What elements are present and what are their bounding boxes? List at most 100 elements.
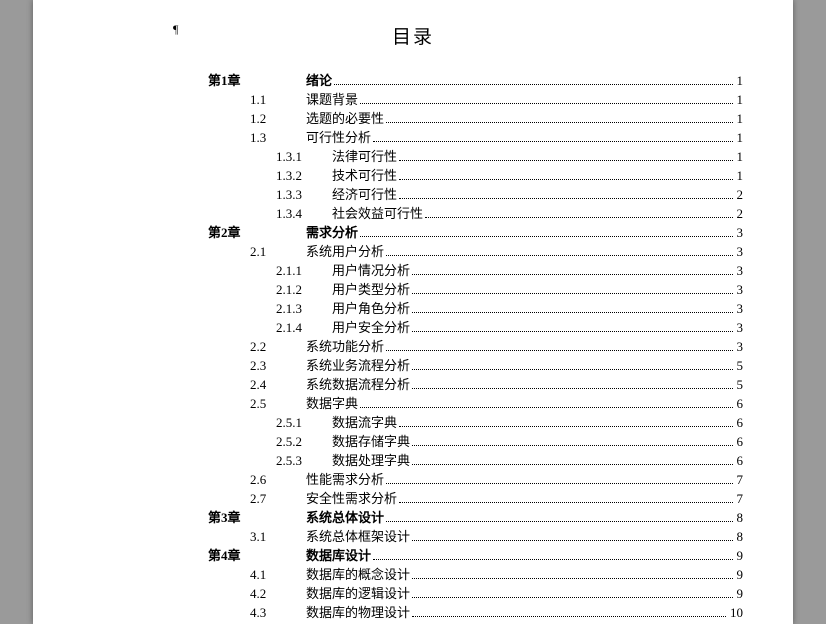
toc-leader-dots: [399, 179, 732, 180]
toc-leader-dots: [425, 217, 732, 218]
toc-entry-number: 1.3.2: [276, 166, 332, 185]
toc-entry-number: 3.1: [250, 527, 306, 546]
toc-entry-number: 1.1: [250, 90, 306, 109]
toc-entry[interactable]: 1.3可行性分析1: [208, 128, 743, 147]
toc-entry-number: 2.7: [250, 489, 306, 508]
toc-entry[interactable]: 1.3.3经济可行性2: [208, 185, 743, 204]
toc-leader-dots: [399, 426, 732, 427]
toc-leader-dots: [373, 559, 732, 560]
toc-entry-page: 3: [735, 261, 744, 280]
toc-entry[interactable]: 2.2系统功能分析3: [208, 337, 743, 356]
toc-entry-number: 4.2: [250, 584, 306, 603]
toc-entry-number: 1.3.1: [276, 147, 332, 166]
toc-entry[interactable]: 1.3.1法律可行性1: [208, 147, 743, 166]
toc-entry-number: 2.1: [250, 242, 306, 261]
toc-entry-number: 第4章: [208, 546, 306, 565]
toc-entry-page: 1: [735, 109, 744, 128]
toc-entry-text: 数据库设计: [306, 546, 371, 565]
toc-leader-dots: [412, 312, 732, 313]
toc-entry-number: 2.3: [250, 356, 306, 375]
toc-entry-text: 法律可行性: [332, 147, 397, 166]
toc-entry[interactable]: 2.5.1数据流字典 6: [208, 413, 743, 432]
toc-entry-number: 第3章: [208, 508, 306, 527]
toc-entry[interactable]: 2.6性能需求分析7: [208, 470, 743, 489]
toc-leader-dots: [412, 464, 732, 465]
toc-entry-text: 系统功能分析: [306, 337, 384, 356]
toc-entry-number: 4.3: [250, 603, 306, 622]
toc-entry[interactable]: 第2章需求分析3: [208, 223, 743, 242]
toc-entry-text: 经济可行性: [332, 185, 397, 204]
toc-entry[interactable]: 2.1.4用户安全分析3: [208, 318, 743, 337]
toc-leader-dots: [412, 388, 732, 389]
toc-entry[interactable]: 3.1系统总体框架设计8: [208, 527, 743, 546]
toc-leader-dots: [412, 616, 726, 617]
toc-leader-dots: [399, 160, 732, 161]
toc-leader-dots: [373, 141, 732, 142]
toc-entry[interactable]: 2.1.1用户情况分析 3: [208, 261, 743, 280]
toc-entry-page: 6: [735, 413, 744, 432]
toc-entry-text: 绪论: [306, 71, 332, 90]
toc-entry-text: 系统用户分析: [306, 242, 384, 261]
toc-entry-number: 2.5.1: [276, 413, 332, 432]
toc-leader-dots: [360, 236, 732, 237]
toc-entry[interactable]: 1.3.2技术可行性 1: [208, 166, 743, 185]
toc-leader-dots: [386, 122, 732, 123]
toc-entry-page: 7: [735, 489, 744, 508]
toc-entry-text: 社会效益可行性: [332, 204, 423, 223]
toc-entry-text: 技术可行性: [332, 166, 397, 185]
toc-entry-page: 1: [735, 166, 744, 185]
toc-leader-dots: [412, 293, 732, 294]
toc-entry[interactable]: 4.3数据库的物理设计10: [208, 603, 743, 622]
toc-entry-number: 2.1.2: [276, 280, 332, 299]
toc-entry[interactable]: 第4章数据库设计9: [208, 546, 743, 565]
toc-entry-page: 8: [735, 527, 744, 546]
toc-entry-number: 2.6: [250, 470, 306, 489]
toc-entry[interactable]: 1.1课题背景1: [208, 90, 743, 109]
toc-entry-page: 9: [735, 565, 744, 584]
toc-entry[interactable]: 2.3系统业务流程分析5: [208, 356, 743, 375]
toc-entry-text: 数据库的概念设计: [306, 565, 410, 584]
toc-entry-text: 性能需求分析: [306, 470, 384, 489]
toc-entry-page: 1: [735, 71, 744, 90]
toc-entry-number: 2.5: [250, 394, 306, 413]
toc-leader-dots: [334, 84, 732, 85]
toc-entry[interactable]: 第3章系统总体设计8: [208, 508, 743, 527]
toc-entry-text: 数据库的物理设计: [306, 603, 410, 622]
toc-entry[interactable]: 2.4系统数据流程分析5: [208, 375, 743, 394]
toc-leader-dots: [412, 540, 732, 541]
toc-entry[interactable]: 1.2选题的必要性1: [208, 109, 743, 128]
toc-entry-text: 数据流字典: [332, 413, 397, 432]
toc-entry-text: 系统数据流程分析: [306, 375, 410, 394]
toc-entry-page: 6: [735, 451, 744, 470]
toc-leader-dots: [412, 369, 732, 370]
toc-entry-number: 2.1.3: [276, 299, 332, 318]
toc-entry-page: 5: [735, 375, 744, 394]
toc-entry[interactable]: 2.1系统用户分析3: [208, 242, 743, 261]
toc-entry-number: 2.5.2: [276, 432, 332, 451]
toc-entry[interactable]: 2.1.3用户角色分析3: [208, 299, 743, 318]
toc-entry[interactable]: 1.3.4社会效益可行性2: [208, 204, 743, 223]
document-page: ¶ 目录 第1章绪论11.1课题背景11.2选题的必要性11.3可行性分析11.…: [33, 0, 793, 624]
toc-entry[interactable]: 4.1数据库的概念设计9: [208, 565, 743, 584]
toc-entry[interactable]: 2.1.2用户类型分析3: [208, 280, 743, 299]
toc-leader-dots: [386, 350, 732, 351]
toc-entry-number: 1.3: [250, 128, 306, 147]
toc-entry-page: 6: [735, 394, 744, 413]
toc-entry[interactable]: 2.5.3数据处理字典6: [208, 451, 743, 470]
toc-entry[interactable]: 2.7安全性需求分析7: [208, 489, 743, 508]
toc-entry-page: 3: [735, 337, 744, 356]
toc-entry-page: 1: [735, 90, 744, 109]
toc-entry-number: 2.1.4: [276, 318, 332, 337]
toc-entry-text: 用户情况分析: [332, 261, 410, 280]
toc-entry-number: 1.3.3: [276, 185, 332, 204]
toc-leader-dots: [399, 502, 732, 503]
toc-entry[interactable]: 2.5.2数据存储字典6: [208, 432, 743, 451]
toc-entry[interactable]: 4.2数据库的逻辑设计9: [208, 584, 743, 603]
toc-entry-number: 2.1.1: [276, 261, 332, 280]
toc-leader-dots: [360, 407, 732, 408]
toc-entry-text: 数据存储字典: [332, 432, 410, 451]
toc-entry-text: 用户类型分析: [332, 280, 410, 299]
toc-entry-page: 3: [735, 223, 744, 242]
toc-entry[interactable]: 第1章绪论1: [208, 71, 743, 90]
toc-entry[interactable]: 2.5数据字典6: [208, 394, 743, 413]
